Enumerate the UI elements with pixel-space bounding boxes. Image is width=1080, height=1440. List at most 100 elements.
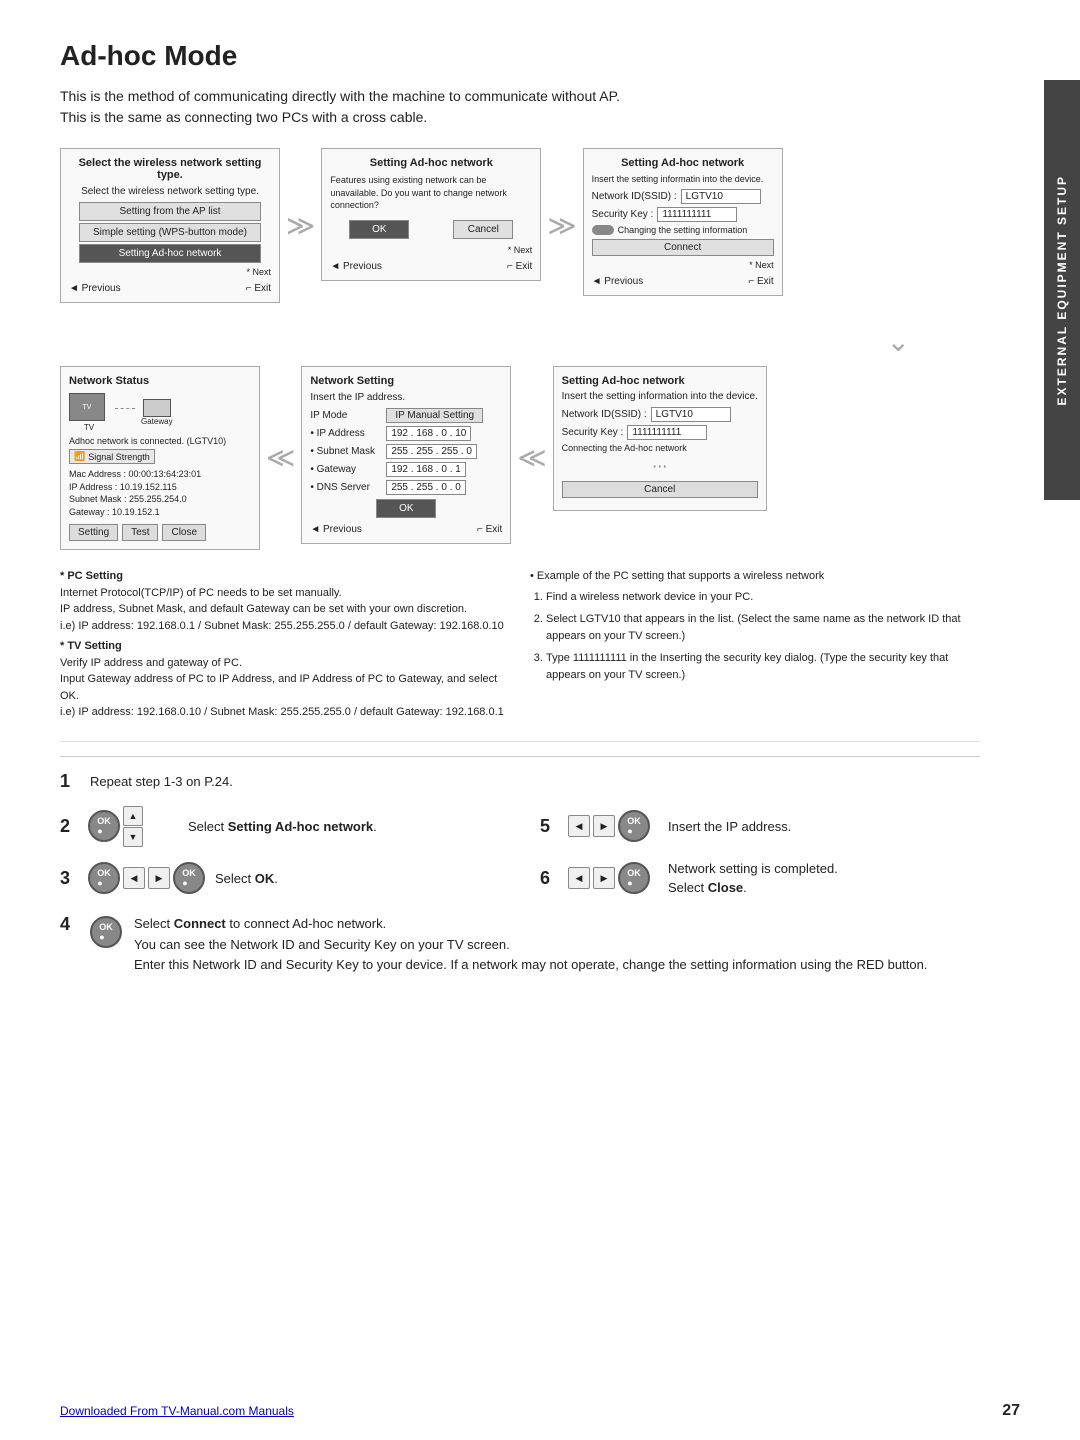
ok-btn-6[interactable]: OK● — [618, 862, 650, 894]
ok-btn-3b[interactable]: OK● — [173, 862, 205, 894]
ns-test-btn[interactable]: Test — [122, 524, 158, 541]
ns-gw-value: : 10.19.152.1 — [107, 507, 160, 517]
step-6-line1: Network setting is completed. — [668, 859, 838, 879]
ip-address-label: • IP Address — [310, 428, 382, 439]
box3-subtitle: Insert the setting informatin into the d… — [592, 174, 774, 184]
box2-body: Features using existing network can be u… — [330, 174, 532, 212]
box3-title: Setting Ad-hoc network — [592, 157, 774, 169]
footer: Downloaded From TV-Manual.com Manuals 27 — [60, 1402, 1020, 1420]
step-5-num: 5 — [540, 816, 558, 837]
step-5-desc: Insert the IP address. — [668, 817, 791, 837]
ns-gateway: Gateway : 10.19.152.1 — [69, 506, 251, 519]
steps-2-5-row: 2 OK● ▲ ▼ Select Setting Ad-hoc network.… — [60, 806, 980, 847]
step-3-num: 3 — [60, 868, 78, 889]
left-arrow-5[interactable]: ◀ — [568, 815, 590, 837]
right-arrow-6[interactable]: ▶ — [593, 867, 615, 889]
up-arrow-2[interactable]: ▲ — [123, 806, 143, 826]
ns2-prev[interactable]: ◄ Previous — [310, 524, 362, 535]
pc-setting-bullet: * PC Setting — [60, 570, 123, 582]
box3-security-key-value: 1111111111 — [657, 207, 737, 222]
box3-exit[interactable]: ⌐ Exit — [748, 276, 773, 287]
box1-prev[interactable]: ◄ Previous — [69, 283, 121, 294]
box3-security-key-row: Security Key : 1111111111 — [592, 207, 774, 222]
adhoc2-security-key-row: Security Key : 1111111111 — [562, 425, 758, 440]
step-3-prefix: Select — [215, 871, 255, 886]
subnet-value: 255 . 255 . 255 . 0 — [386, 444, 477, 459]
ns2-exit[interactable]: ⌐ Exit — [477, 524, 502, 535]
ns-close-btn[interactable]: Close — [162, 524, 206, 541]
dns-value: 255 . 255 . 0 . 0 — [386, 480, 466, 495]
right-arrow-3[interactable]: ▶ — [148, 867, 170, 889]
ok-btn-2[interactable]: OK● — [88, 810, 120, 842]
box3-nav: ◄ Previous ⌐ Exit — [592, 276, 774, 287]
adhoc2-network-id-row: Network ID(SSID) : LGTV10 — [562, 407, 758, 422]
network-setting-box: Network Setting Insert the IP address. I… — [301, 366, 511, 544]
adhoc2-connecting-text: Connecting the Ad-hoc network — [562, 443, 758, 453]
box1-exit[interactable]: ⌐ Exit — [246, 283, 271, 294]
ok-btn-5[interactable]: OK● — [618, 810, 650, 842]
step-1-desc: Repeat step 1-3 on P.24. — [90, 772, 233, 792]
subnet-row: • Subnet Mask 255 . 255 . 255 . 0 — [310, 444, 502, 459]
box1-next: * Next — [69, 267, 271, 277]
ok-btn-4[interactable]: OK● — [90, 916, 122, 948]
signal-strength-btn[interactable]: 📶 Signal Strength — [69, 449, 155, 464]
step-5-container: 5 ◀ ▶ OK● Insert the IP address. — [540, 806, 980, 847]
box1-btn-ap[interactable]: Setting from the AP list — [79, 202, 261, 221]
ns2-title: Network Setting — [310, 375, 502, 387]
box3-checking-info: Changing the setting information — [592, 225, 774, 235]
step-1-row: 1 Repeat step 1-3 on P.24. — [60, 771, 980, 792]
pc-setting-line-1: IP address, Subnet Mask, and default Gat… — [60, 601, 510, 618]
adhoc2-subtitle: Insert the setting information into the … — [562, 391, 758, 402]
box2-prev[interactable]: ◄ Previous — [330, 261, 382, 272]
adhoc-connecting-box: Setting Ad-hoc network Insert the settin… — [553, 366, 767, 511]
ns2-ok-btn[interactable]: OK — [376, 499, 436, 518]
left-arrow-3[interactable]: ◀ — [123, 867, 145, 889]
toggle-dot-icon — [592, 225, 614, 235]
step-3-suffix: . — [274, 871, 278, 886]
intro-line-2: This is the same as connecting two PCs w… — [60, 107, 980, 128]
tv-device: TV TV — [69, 393, 109, 432]
box3-next: * Next — [592, 260, 774, 270]
box3-prev[interactable]: ◄ Previous — [592, 276, 644, 287]
adhoc2-cancel-btn[interactable]: Cancel — [562, 481, 758, 498]
step-6-prefix: Select — [668, 880, 708, 895]
box2-next: * Next — [330, 245, 532, 255]
box1-subtitle: Select the wireless network setting type… — [69, 186, 271, 197]
ns-subnet: Subnet Mask : 255.255.254.0 — [69, 493, 251, 506]
box2-ok-btn[interactable]: OK — [349, 220, 409, 239]
box3-connect-btn[interactable]: Connect — [592, 239, 774, 256]
ns-setting-btn[interactable]: Setting — [69, 524, 118, 541]
tv-label: TV — [84, 423, 94, 432]
intro-text: This is the method of communicating dire… — [60, 86, 980, 128]
steps-3-6-row: 3 OK● ◀ ▶ OK● Select OK. 6 ◀ ▶ OK● — [60, 859, 980, 898]
tv-setting-line-2: Input Gateway address of PC to IP Addres… — [60, 671, 510, 704]
tv-setting-bullet: * TV Setting — [60, 640, 122, 652]
ip-address-row: • IP Address 192 . 168 . 0 . 10 — [310, 426, 502, 441]
down-arrow-2[interactable]: ▼ — [123, 827, 143, 847]
step-4-connect-bold: Connect — [174, 916, 226, 931]
main-content: Ad-hoc Mode This is the method of commun… — [0, 0, 1040, 1036]
step-5-keys: ◀ ▶ OK● — [568, 810, 658, 842]
network-status-box: Network Status TV TV Gateway Adhoc netwo… — [60, 366, 260, 550]
box3-network-id-row: Network ID(SSID) : LGTV10 — [592, 189, 774, 204]
footer-link[interactable]: Downloaded From TV-Manual.com Manuals — [60, 1404, 294, 1418]
ip-mode-value[interactable]: IP Manual Setting — [386, 408, 483, 423]
box1-btn-wps[interactable]: Simple setting (WPS-button mode) — [79, 223, 261, 242]
right-arrow-5[interactable]: ▶ — [593, 815, 615, 837]
box2-cancel-btn[interactable]: Cancel — [453, 220, 513, 239]
ns-ip-label: IP Address — [69, 482, 112, 492]
side-label: EXTERNAL EQUIPMENT SETUP — [1044, 80, 1080, 500]
example-step-3: Type 1111111111 in the Inserting the sec… — [546, 650, 980, 683]
example-text: • Example of the PC setting that support… — [530, 568, 980, 721]
gateway-value: 192 . 168 . 0 . 1 — [386, 462, 466, 477]
left-arrow-6[interactable]: ◀ — [568, 867, 590, 889]
pc-setting-line-2: i.e) IP address: 192.168.0.1 / Subnet Ma… — [60, 618, 510, 635]
gateway-row: • Gateway 192 . 168 . 0 . 1 — [310, 462, 502, 477]
box1-btn-adhoc[interactable]: Setting Ad-hoc network — [79, 244, 261, 263]
box2-exit[interactable]: ⌐ Exit — [507, 261, 532, 272]
step-3-desc: Select OK. — [215, 869, 278, 889]
ns2-subtitle: Insert the IP address. — [310, 392, 502, 403]
ok-btn-3a[interactable]: OK● — [88, 862, 120, 894]
step-6-suffix: . — [743, 880, 747, 895]
page-title: Ad-hoc Mode — [60, 40, 980, 72]
